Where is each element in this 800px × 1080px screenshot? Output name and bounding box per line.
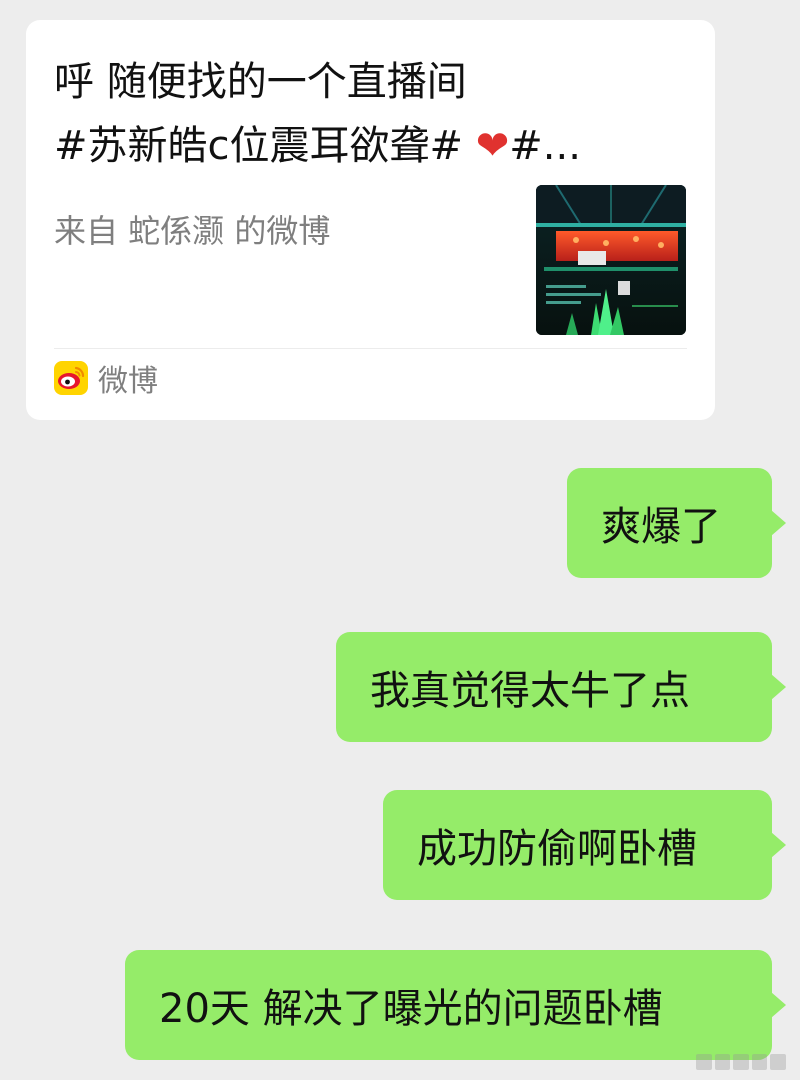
app-name-label: 微博 — [98, 364, 158, 399]
message-text: 我真觉得太牛了点 — [370, 668, 690, 714]
weibo-icon — [54, 361, 88, 395]
outgoing-bubble-tail — [771, 674, 786, 700]
outgoing-message[interactable]: 成功防偷啊卧槽 — [383, 790, 786, 900]
incoming-bubble-tail — [38, 82, 53, 108]
live-stream-thumbnail[interactable] — [536, 185, 686, 335]
watermark — [696, 1054, 786, 1070]
shared-card-source: 来自 蛇係灏 的微博 — [54, 212, 331, 250]
outgoing-bubble-tail — [771, 832, 786, 858]
message-text: 爽爆了 — [601, 504, 721, 550]
topic-hashtag: #苏新皓c位震耳欲聋# — [54, 123, 464, 169]
title-ellipsis: #... — [509, 123, 581, 169]
chat-history: 呼 随便找的一个直播间 #苏新皓c位震耳欲聋# ❤#... 来自 蛇係灏 的微博 — [0, 0, 800, 1080]
heart-emoji: ❤ — [475, 123, 510, 169]
thumbnail-image — [536, 185, 686, 335]
shared-card-title: 呼 随便找的一个直播间 #苏新皓c位震耳欲聋# ❤#... — [54, 50, 694, 178]
message-text: 20天 解决了曝光的问题卧槽 — [159, 986, 663, 1032]
outgoing-message[interactable]: 我真觉得太牛了点 — [336, 632, 786, 742]
shared-card-footer: 微博 — [54, 358, 158, 399]
shared-weibo-card[interactable]: 呼 随便找的一个直播间 #苏新皓c位震耳欲聋# ❤#... 来自 蛇係灏 的微博 — [26, 20, 715, 420]
outgoing-bubble-tail — [771, 992, 786, 1018]
outgoing-message[interactable]: 20天 解决了曝光的问题卧槽 — [125, 950, 786, 1060]
outgoing-message[interactable]: 爽爆了 — [567, 468, 786, 578]
message-text: 成功防偷啊卧槽 — [417, 826, 697, 872]
card-divider — [54, 348, 687, 349]
outgoing-bubble-tail — [771, 510, 786, 536]
shared-card-title-line1: 呼 随便找的一个直播间 — [54, 59, 467, 105]
shared-card-title-line2: #苏新皓c位震耳欲聋# ❤#... — [54, 114, 694, 178]
